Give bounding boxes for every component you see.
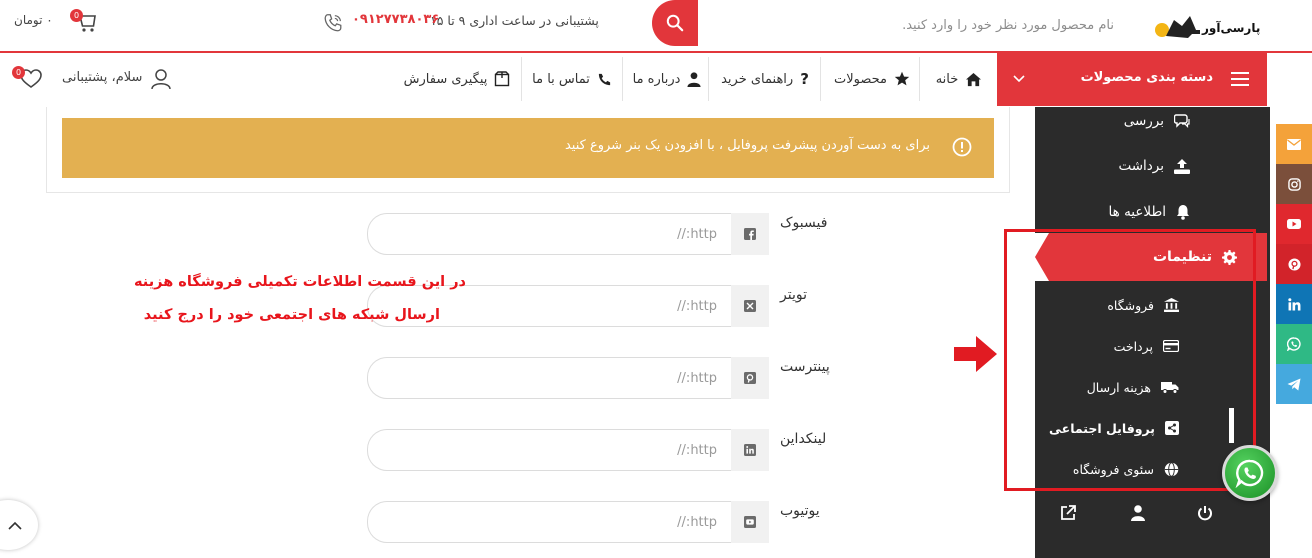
logo[interactable]: پارسی‌آور <box>1152 12 1270 44</box>
hamburger-icon <box>1231 72 1249 86</box>
telegram-share-button[interactable] <box>1276 364 1312 404</box>
nav-item-label: پیگیری سفارش <box>403 71 488 87</box>
instagram-share-button[interactable] <box>1276 164 1312 204</box>
external-link-icon[interactable] <box>1060 505 1076 521</box>
question-icon: ? <box>800 70 809 88</box>
red-arrow-icon <box>954 336 998 372</box>
cart-count-badge: 0 <box>70 9 83 22</box>
pinterest-share-button[interactable] <box>1276 244 1312 284</box>
sidebar-item-reviews[interactable]: بررسی <box>1035 101 1235 141</box>
chat-icon <box>1174 114 1190 128</box>
sidebar-item-label: بررسی <box>1123 113 1164 129</box>
instagram-icon <box>1287 177 1301 191</box>
nav-item-about[interactable]: درباره ما <box>627 53 707 105</box>
alert-text: برای به دست آوردن پیشرفت پروفایل ، با اف… <box>564 138 930 153</box>
facebook-url-input[interactable] <box>367 213 731 255</box>
nav-divider <box>708 57 709 101</box>
user-greeting[interactable]: سلام، پشتیبانی <box>62 70 142 85</box>
nav-item-contact[interactable]: تماس با ما <box>526 53 618 105</box>
upload-icon <box>1174 158 1190 174</box>
phone-ring-icon <box>322 12 344 34</box>
nav-item-label: محصولات <box>834 71 887 87</box>
sidebar-item-label: اطلاعیه ها <box>1108 204 1166 220</box>
linkedin-icon <box>731 429 769 471</box>
whatsapp-icon <box>1287 337 1301 351</box>
search-input[interactable] <box>720 8 1140 42</box>
sidebar-item-notices[interactable]: اطلاعیه ها <box>1035 192 1235 232</box>
whatsapp-chat-button[interactable] <box>1222 445 1278 501</box>
cart-total[interactable]: ۰ تومان <box>14 13 53 27</box>
logo-text: پارسی‌آور <box>1202 21 1261 35</box>
power-icon[interactable] <box>1197 505 1213 521</box>
bell-icon <box>1177 205 1189 220</box>
account-icon[interactable] <box>150 68 172 90</box>
user-icon <box>687 71 701 87</box>
sidebar-item-label: برداشت <box>1118 158 1164 174</box>
star-icon <box>894 71 910 86</box>
search-icon <box>666 14 684 32</box>
sidebar-item-withdraw[interactable]: برداشت <box>1035 146 1235 186</box>
user-icon[interactable] <box>1131 505 1145 521</box>
youtube-url-input[interactable] <box>367 501 731 543</box>
facebook-label: فیسبوک <box>780 215 828 231</box>
category-menu-label: دسته بندی محصولات <box>1080 70 1213 85</box>
profile-progress-alert: برای به دست آوردن پیشرفت پروفایل ، با اف… <box>62 118 994 178</box>
nav-item-label: تماس با ما <box>532 71 590 87</box>
chevron-down-icon <box>1013 75 1025 83</box>
linkedin-share-button[interactable] <box>1276 284 1312 324</box>
chevron-up-icon <box>8 521 22 530</box>
linkedin-url-input[interactable] <box>367 429 731 471</box>
facebook-icon <box>731 213 769 255</box>
nav-item-label: درباره ما <box>632 71 681 87</box>
x-icon <box>731 285 769 327</box>
nav-item-label: خانه <box>935 71 959 87</box>
youtube-icon <box>1287 219 1301 229</box>
nav-item-products[interactable]: محصولات <box>826 53 918 105</box>
nav-divider <box>919 57 920 101</box>
phone-icon <box>598 73 610 85</box>
support-hours-text: پشتیبانی در ساعت اداری ۹ تا ۱۵ <box>430 13 599 28</box>
linkedin-label: لینکداین <box>780 431 827 447</box>
nav-item-label: راهنمای خرید <box>721 71 794 87</box>
nav-item-order-tracking[interactable]: پیگیری سفارش <box>398 53 516 105</box>
pinterest-url-input[interactable] <box>367 357 731 399</box>
back-to-top-button[interactable] <box>0 500 38 550</box>
sidebar-bottom-actions <box>1035 495 1270 535</box>
youtube-label: یوتیوب <box>780 503 820 519</box>
package-icon <box>495 71 510 87</box>
whatsapp-share-button[interactable] <box>1276 324 1312 364</box>
search-button[interactable] <box>652 0 698 46</box>
telegram-icon <box>1287 378 1301 390</box>
nav-divider <box>521 57 522 101</box>
whatsapp-icon <box>1235 459 1264 488</box>
annotation-line-1: در این قسمت اطلاعات تکمیلی فروشگاه هزینه <box>134 274 466 290</box>
annotation-line-2: ارسال شبکه های اجتمعی خود را درج کنید <box>143 307 440 323</box>
nav-divider <box>622 57 623 101</box>
info-icon <box>952 137 972 157</box>
pinterest-label: پینترست <box>780 359 830 375</box>
wishlist-count-badge: 0 <box>12 66 25 79</box>
youtube-share-button[interactable] <box>1276 204 1312 244</box>
linkedin-icon <box>1287 297 1300 310</box>
nav-item-guide[interactable]: ? راهنمای خرید <box>712 53 818 105</box>
youtube-icon <box>731 501 769 543</box>
email-share-button[interactable] <box>1276 124 1312 164</box>
nav-item-home[interactable]: خانه <box>924 53 994 105</box>
email-icon <box>1287 138 1301 150</box>
twitter-label: تویتر <box>780 287 807 303</box>
annotation-highlight-box <box>1004 229 1256 491</box>
home-icon <box>966 72 982 86</box>
pinterest-icon <box>1287 257 1301 271</box>
nav-divider <box>820 57 821 101</box>
pinterest-icon <box>731 357 769 399</box>
category-menu-button[interactable]: دسته بندی محصولات <box>997 53 1267 106</box>
support-phone[interactable]: ۰۹۱۲۷۷۳۸۰۳۶ <box>352 12 439 27</box>
